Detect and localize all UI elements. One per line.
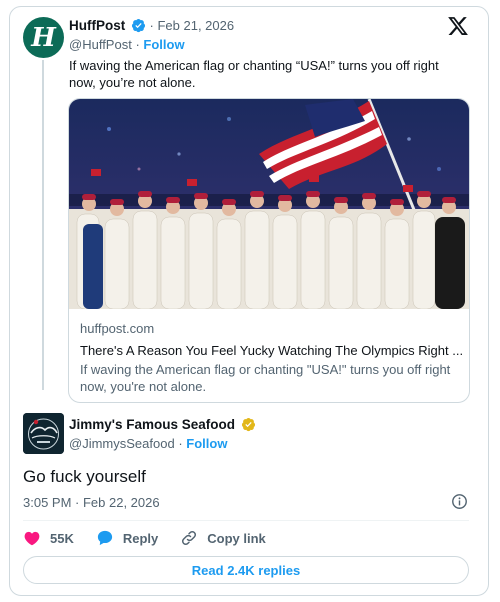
main-timestamp[interactable]: 3:05 PM · Feb 22, 2026 <box>23 494 160 512</box>
read-replies-button[interactable]: Read 2.4K replies <box>23 556 469 584</box>
parent-header: HuffPost · Feb 21, 2026 <box>69 17 234 35</box>
parent-handle[interactable]: @HuffPost <box>69 37 132 52</box>
thread-connector-line <box>42 60 44 390</box>
x-logo-icon[interactable] <box>447 15 469 37</box>
info-icon[interactable] <box>451 493 468 510</box>
parent-author-name[interactable]: HuffPost <box>69 18 125 33</box>
jimmys-avatar[interactable] <box>23 413 64 454</box>
verified-badge-icon <box>131 18 145 33</box>
like-count: 55K <box>50 530 74 546</box>
link-preview-card[interactable]: huffpost.com There's A Reason You Feel Y… <box>68 98 470 403</box>
action-bar: 55K Reply Copy link <box>23 527 288 549</box>
link-description: If waving the American flag or chanting … <box>80 362 451 394</box>
divider <box>23 520 469 521</box>
main-handle[interactable]: @JimmysSeafood <box>69 436 175 451</box>
parent-follow-link[interactable]: Follow <box>143 37 184 52</box>
link-domain: huffpost.com <box>80 321 155 336</box>
link-preview-meta: huffpost.com There's A Reason You Feel Y… <box>80 321 465 395</box>
main-name-row: Jimmy's Famous Seafood <box>69 416 256 434</box>
main-handle-row: @JimmysSeafood · Follow <box>69 435 227 453</box>
parent-tweet-text: If waving the American flag or chanting … <box>69 58 439 90</box>
parent-handle-row: @HuffPost · Follow <box>69 36 185 54</box>
parent-date[interactable]: Feb 21, 2026 <box>157 18 234 33</box>
heart-icon <box>24 531 40 546</box>
link-preview-image <box>69 99 469 309</box>
verified-badge-gold-icon <box>241 417 255 432</box>
copy-link-label: Copy link <box>207 530 266 546</box>
huffpost-avatar[interactable]: H <box>23 17 64 58</box>
link-title[interactable]: There's A Reason You Feel Yucky Watching… <box>80 342 465 359</box>
main-follow-link[interactable]: Follow <box>186 436 227 451</box>
huffpost-avatar-letter: H <box>31 22 56 53</box>
copy-link-button[interactable]: Copy link <box>180 529 266 547</box>
speech-bubble-icon <box>97 530 112 546</box>
link-icon <box>182 530 197 546</box>
main-handle-separator: · <box>178 436 183 451</box>
x-logo-svg <box>448 17 468 35</box>
reply-label: Reply <box>122 530 159 546</box>
jimmys-logo-image <box>23 413 64 454</box>
like-button[interactable]: 55K <box>23 529 74 547</box>
main-tweet-text: Go fuck yourself <box>23 467 146 486</box>
main-author-name[interactable]: Jimmy's Famous Seafood <box>69 417 235 432</box>
parent-handle-separator: · <box>135 37 140 52</box>
reply-button[interactable]: Reply <box>96 529 158 547</box>
read-replies-label: Read 2.4K replies <box>191 562 301 578</box>
parent-separator: · <box>149 18 154 33</box>
